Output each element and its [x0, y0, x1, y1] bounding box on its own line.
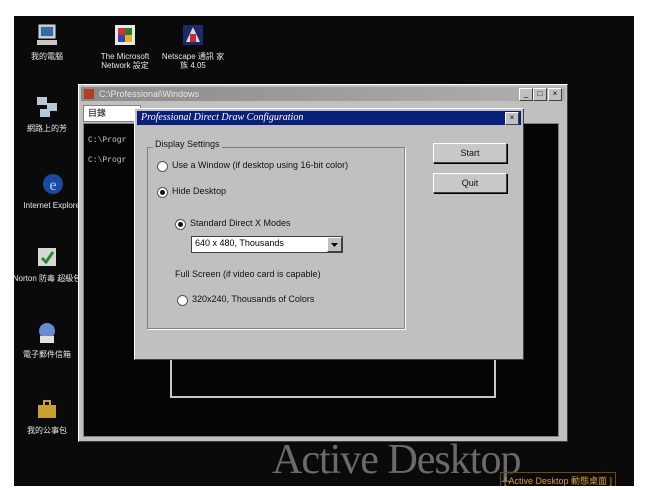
- app-icon: [84, 89, 94, 99]
- radio-standard-directx[interactable]: [175, 219, 186, 230]
- mode-select[interactable]: 640 x 480, Thousands: [191, 236, 343, 253]
- console-line: C:\Progr: [88, 136, 127, 145]
- desktop-icon-label: Netscape 通訊 家族 4.05: [161, 52, 225, 70]
- internet-explorer-icon: e: [43, 174, 63, 194]
- dialog-close-button[interactable]: ×: [505, 112, 519, 125]
- use-window-label: Use a Window (if desktop using 16-bit co…: [172, 160, 349, 170]
- display-settings-label: Display Settings: [153, 139, 222, 149]
- inbox-icon: [39, 323, 55, 343]
- desktop-icon-label: 我的公事包: [27, 426, 67, 435]
- console-line: C:\Progr: [88, 156, 127, 165]
- active-desktop-watermark: Active Desktop: [272, 437, 521, 483]
- arrow-down-glyph: [331, 243, 338, 247]
- option-320x240-label: 320x240, Thousands of Colors: [192, 294, 315, 304]
- fullscreen-label: Full Screen (if video card is capable): [175, 269, 321, 279]
- computer-icon: [37, 24, 57, 45]
- quit-button[interactable]: Quit: [433, 173, 507, 193]
- chevron-down-icon[interactable]: [327, 237, 342, 252]
- netscape-icon: [183, 25, 203, 45]
- desktop-icon-label: Norton 防毒 超級包: [14, 274, 82, 283]
- desktop-icon-inbox[interactable]: 電子郵件信箱: [14, 320, 82, 359]
- back-window-title: C:\Professional\Windows: [99, 89, 200, 99]
- svg-text:e: e: [49, 177, 56, 194]
- dialog-titlebar[interactable]: Professional Direct Draw Configuration: [137, 111, 521, 125]
- radio-320x240[interactable]: [177, 295, 188, 306]
- standard-directx-label: Standard Direct X Modes: [190, 218, 291, 228]
- desktop-icon-norton[interactable]: Norton 防毒 超級包: [14, 244, 82, 283]
- mode-select-value: 640 x 480, Thousands: [195, 238, 284, 248]
- desktop-icon-msn[interactable]: The Microsoft Network 設定: [90, 22, 160, 70]
- start-button[interactable]: Start: [433, 143, 507, 163]
- desktop-icon-netscape[interactable]: Netscape 通訊 家族 4.05: [158, 22, 228, 70]
- minimize-button[interactable]: _: [519, 88, 533, 101]
- dialog-title: Professional Direct Draw Configuration: [141, 112, 304, 123]
- directdraw-config-dialog[interactable]: Professional Direct Draw Configuration ×…: [134, 108, 524, 360]
- tab-directory[interactable]: 目錄: [83, 105, 141, 122]
- back-window-titlebar[interactable]: C:\Professional\Windows: [81, 87, 565, 101]
- hide-desktop-label: Hide Desktop: [172, 186, 227, 196]
- close-button[interactable]: ×: [548, 88, 562, 101]
- briefcase-icon: [38, 400, 56, 418]
- desktop-icon-label: 網路上的芳: [27, 124, 67, 133]
- radio-use-window[interactable]: [157, 161, 168, 172]
- msn-icon: [115, 25, 135, 45]
- desktop-screen: 我的電腦 The Microsoft Network 設定 Netscape 通…: [14, 16, 634, 486]
- desktop-icon-label: The Microsoft Network 設定: [100, 52, 150, 70]
- maximize-button[interactable]: □: [533, 88, 547, 101]
- desktop-icon-my-computer[interactable]: 我的電腦: [14, 22, 82, 61]
- desktop-icon-briefcase[interactable]: 我的公事包: [14, 396, 82, 435]
- desktop-icon-network[interactable]: 網路上的芳: [14, 94, 82, 133]
- desktop-icon-label: 電子郵件信箱: [23, 350, 71, 359]
- desktop-icon-label: 我的電腦: [31, 52, 63, 61]
- radio-hide-desktop[interactable]: [157, 187, 168, 198]
- antivirus-icon: [38, 248, 56, 266]
- active-desktop-link[interactable]: [ Active Desktop 動態桌面 ]: [500, 472, 617, 486]
- network-neighborhood-icon: [37, 97, 57, 117]
